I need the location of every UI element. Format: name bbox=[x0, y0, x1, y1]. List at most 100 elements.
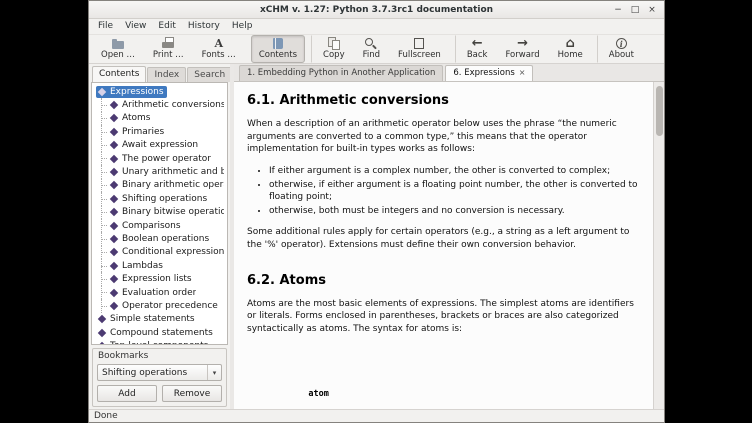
tree-item-inner: Arithmetic conversions bbox=[108, 99, 227, 111]
tree-item-inner: Unary arithmetic and bitwise operations bbox=[108, 166, 227, 178]
tab-expressions[interactable]: 6. Expressions × bbox=[445, 65, 533, 81]
remove-bookmark-button[interactable]: Remove bbox=[162, 385, 222, 402]
status-text: Done bbox=[94, 411, 118, 421]
tree-item[interactable]: Top-level components bbox=[93, 339, 227, 345]
paragraph: Some additional rules apply for certain … bbox=[247, 226, 638, 251]
toolbar-button-label: Forward bbox=[505, 51, 539, 60]
doc-diamond-icon bbox=[110, 221, 118, 229]
tree-item[interactable]: Atoms bbox=[93, 112, 227, 125]
add-bookmark-button[interactable]: Add bbox=[97, 385, 157, 402]
menu-bar: File View Edit History Help bbox=[89, 19, 664, 35]
toolbar-button[interactable]: Forward bbox=[497, 35, 547, 62]
toolbar-button-label: Fonts … bbox=[202, 51, 236, 60]
tree-item[interactable]: Conditional expressions bbox=[93, 246, 227, 259]
status-bar: Done bbox=[89, 409, 664, 422]
tree-item[interactable]: Expression lists bbox=[93, 272, 227, 285]
tree-item[interactable]: Binary bitwise operations bbox=[93, 206, 227, 219]
menu-item[interactable]: Help bbox=[226, 19, 259, 34]
tree-item[interactable]: Boolean operations bbox=[93, 232, 227, 245]
tree-item[interactable]: Shifting operations bbox=[93, 192, 227, 205]
menu-item[interactable]: View bbox=[119, 19, 152, 34]
minimize-button[interactable]: − bbox=[611, 3, 625, 16]
doc-diamond-icon bbox=[110, 262, 118, 270]
tree-item-label: Top-level components bbox=[110, 341, 208, 345]
tree-item-inner: Await expression bbox=[108, 139, 201, 151]
sidebar-tab[interactable]: Search bbox=[187, 67, 232, 82]
toolbar-button[interactable]: About bbox=[597, 35, 642, 62]
doc-diamond-icon bbox=[98, 315, 106, 323]
tree-item[interactable]: Lambdas bbox=[93, 259, 227, 272]
close-tab-icon[interactable]: × bbox=[519, 69, 526, 77]
toolbar-button[interactable]: Copy bbox=[311, 35, 353, 62]
doc-diamond-icon bbox=[110, 181, 118, 189]
tree-item-inner: Primaries bbox=[108, 126, 167, 138]
toolbar-button[interactable]: Back bbox=[455, 35, 496, 62]
tree-item-label: Arithmetic conversions bbox=[122, 100, 224, 110]
tree-item-label: Evaluation order bbox=[122, 288, 196, 298]
bookmarks-label: Bookmarks bbox=[97, 350, 222, 364]
doc-diamond-icon bbox=[110, 101, 118, 109]
toolbar-button-label: Contents bbox=[259, 51, 297, 60]
tree-item[interactable]: Comparisons bbox=[93, 219, 227, 232]
toolbar-button[interactable]: Home bbox=[550, 35, 591, 62]
toolbar-button-label: Back bbox=[467, 51, 488, 60]
tree-item[interactable]: Compound statements bbox=[93, 326, 227, 339]
menu-item[interactable]: Edit bbox=[152, 19, 181, 34]
tree-item-inner: Simple statements bbox=[96, 313, 198, 325]
tree-item[interactable]: Unary arithmetic and bitwise operations bbox=[93, 165, 227, 178]
tree-item[interactable]: Evaluation order bbox=[93, 286, 227, 299]
doc-diamond-icon bbox=[110, 288, 118, 296]
sidebar-tab[interactable]: Index bbox=[147, 67, 186, 82]
bookmark-select[interactable]: Shifting operations bbox=[97, 364, 222, 381]
toolbar-button[interactable]: Contents bbox=[251, 35, 305, 62]
tree-item[interactable]: Binary arithmetic operations bbox=[93, 179, 227, 192]
menu-item[interactable]: History bbox=[182, 19, 226, 34]
tree-item[interactable]: The power operator bbox=[93, 152, 227, 165]
sidebar-tab[interactable]: Contents bbox=[92, 66, 146, 82]
tree-item-inner: Binary arithmetic operations bbox=[108, 179, 227, 191]
toolbar-button[interactable]: Find bbox=[355, 35, 388, 62]
toolbar-button[interactable]: Open … bbox=[93, 35, 143, 62]
tree-item-label: Compound statements bbox=[110, 328, 213, 338]
toolbar-button[interactable]: Print … bbox=[145, 35, 192, 62]
tree-item[interactable]: Primaries bbox=[93, 125, 227, 138]
tree-item-inner: Expressions bbox=[96, 86, 167, 98]
title-bar[interactable]: xCHM v. 1.27: Python 3.7.3rc1 documentat… bbox=[89, 1, 664, 19]
toolbar-button-label: Fullscreen bbox=[398, 51, 441, 60]
toolbar-button[interactable]: Fonts … bbox=[194, 35, 244, 62]
printer-icon bbox=[161, 37, 175, 50]
bullet-item: otherwise, if either argument is a float… bbox=[269, 179, 638, 204]
vertical-scrollbar[interactable] bbox=[653, 82, 664, 409]
tree-item[interactable]: Operator precedence bbox=[93, 299, 227, 312]
tree-item-inner: Conditional expressions bbox=[108, 246, 227, 258]
toolbar-button[interactable]: Fullscreen bbox=[390, 35, 449, 62]
tree-item-inner: Evaluation order bbox=[108, 287, 199, 299]
grammar-block: atom ::= identifier | literal | enclosur… bbox=[247, 345, 638, 410]
doc-diamond-icon bbox=[98, 328, 106, 336]
fonts-icon bbox=[212, 37, 226, 50]
tree-item-inner: Operator precedence bbox=[108, 300, 221, 312]
tree-item-inner: Atoms bbox=[108, 112, 154, 124]
toolbar-button-label: Home bbox=[558, 51, 583, 60]
doc-diamond-icon bbox=[110, 114, 118, 122]
bullet-item: If either argument is a complex number, … bbox=[269, 165, 638, 178]
scrollbar-thumb[interactable] bbox=[656, 86, 663, 136]
tree-item-inner: The power operator bbox=[108, 153, 214, 165]
sidebar-tabs: Contents Index Search bbox=[89, 64, 230, 82]
toolbar-button-label: Find bbox=[363, 51, 380, 60]
tree-item[interactable]: Await expression bbox=[93, 139, 227, 152]
maximize-button[interactable]: □ bbox=[628, 3, 642, 16]
find-icon bbox=[364, 37, 378, 50]
tree-item[interactable]: Expressions bbox=[93, 85, 227, 98]
tree-item-label: Shifting operations bbox=[122, 194, 207, 204]
tree-item-label: Operator precedence bbox=[122, 301, 218, 311]
tab-embedding-python[interactable]: 1. Embedding Python in Another Applicati… bbox=[239, 65, 443, 81]
menu-item[interactable]: File bbox=[92, 19, 119, 34]
tree-item-label: Expression lists bbox=[122, 274, 192, 284]
tree-item-label: Binary arithmetic operations bbox=[122, 180, 224, 190]
close-button[interactable]: × bbox=[645, 3, 659, 16]
tree-item-label: Simple statements bbox=[110, 314, 195, 324]
document-content: 6.1. Arithmetic conversions When a descr… bbox=[234, 82, 664, 409]
tree-item[interactable]: Arithmetic conversions bbox=[93, 98, 227, 111]
tree-item[interactable]: Simple statements bbox=[93, 313, 227, 326]
